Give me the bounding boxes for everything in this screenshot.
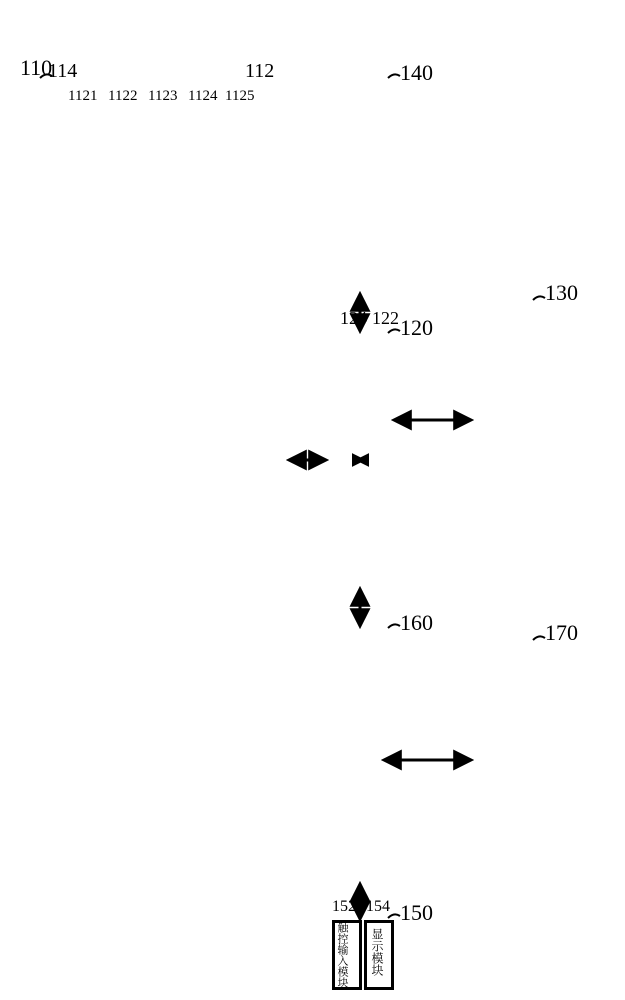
ref-154: 154 [366,898,390,916]
ref-152: 152 [332,898,356,916]
ref-114: 114 [48,60,77,83]
ref-124: 124 [340,308,367,329]
ref-122: 122 [372,308,399,329]
ref-150: 150 [400,900,433,926]
ref-1125: 1125 [225,88,254,105]
ref-112: 112 [245,60,274,83]
overlay-clean: 触控输入模块 显示模块 140 120 124 122 130 160 170 … [0,0,625,1000]
label-touch-input: 触控输入模块 [335,922,351,988]
ref-1122: 1122 [108,88,137,105]
ref-120: 120 [400,315,433,341]
ref-130: 130 [545,280,578,306]
ref-1121: 1121 [68,88,97,105]
label-display-module: 显示模块 [369,928,386,976]
ref-1123: 1123 [148,88,177,105]
ref-140: 140 [400,60,433,86]
connectors [0,0,625,1000]
ref-160: 160 [400,610,433,636]
ref-1124: 1124 [188,88,217,105]
ref-170: 170 [545,620,578,646]
